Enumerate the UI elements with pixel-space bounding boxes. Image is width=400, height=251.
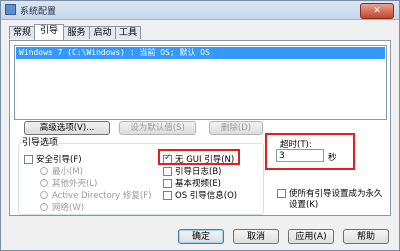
make-permanent-label-line2: 设置(K) bbox=[289, 200, 319, 210]
ad-repair-radio[interactable] bbox=[40, 191, 48, 199]
apply-button[interactable]: 应用(A) bbox=[288, 229, 334, 244]
boot-entries-list[interactable]: Windows 7 (C:\Windows) : 当前 OS; 默认 OS bbox=[14, 45, 387, 120]
safe-boot-label: 安全引导(F) bbox=[36, 155, 82, 165]
os-boot-info-label: OS 引导信息(O) bbox=[175, 191, 238, 201]
boot-tab-panel: Windows 7 (C:\Windows) : 当前 OS; 默认 OS 高级… bbox=[9, 40, 391, 216]
tab-startup[interactable]: 启动 bbox=[89, 26, 116, 39]
boot-log-checkbox[interactable] bbox=[163, 167, 172, 176]
delete-button[interactable]: 删除(D) bbox=[209, 121, 263, 135]
advanced-options-button[interactable]: 高级选项(V)... bbox=[24, 121, 110, 135]
title-bar[interactable]: 系统配置 ✕ bbox=[1, 1, 399, 20]
safe-boot-checkbox[interactable] bbox=[24, 155, 33, 164]
minimal-label: 最小(M) bbox=[52, 167, 83, 177]
help-button[interactable]: 帮助 bbox=[343, 229, 389, 244]
boot-entry-selected[interactable]: Windows 7 (C:\Windows) : 当前 OS; 默认 OS bbox=[16, 47, 385, 59]
timeout-unit: 秒 bbox=[328, 153, 337, 163]
ok-button[interactable]: 确定 bbox=[178, 229, 224, 244]
alternate-shell-radio[interactable] bbox=[40, 179, 48, 187]
network-radio[interactable] bbox=[40, 203, 48, 211]
tab-tools[interactable]: 工具 bbox=[115, 26, 141, 39]
base-video-label: 基本视频(E) bbox=[175, 179, 222, 189]
no-gui-highlight-box bbox=[158, 149, 240, 165]
close-button[interactable]: ✕ bbox=[360, 3, 394, 19]
system-config-app-icon bbox=[5, 4, 16, 15]
alternate-shell-label: 其他外壳(L) bbox=[52, 179, 98, 189]
system-config-window: 系统配置 ✕ 常规 引导 服务 启动 工具 Windows 7 (C:\Wind… bbox=[0, 0, 400, 251]
timeout-input[interactable]: 3 bbox=[276, 149, 324, 162]
boot-options-label: 引导选项 bbox=[21, 135, 60, 148]
cancel-button[interactable]: 取消 bbox=[233, 229, 279, 244]
base-video-checkbox[interactable] bbox=[163, 179, 172, 188]
set-default-button[interactable]: 设为默认值(S) bbox=[119, 121, 196, 135]
ad-repair-label: Active Directory 修复(F) bbox=[52, 191, 152, 201]
boot-log-label: 引导日志(B) bbox=[175, 167, 222, 177]
network-label: 网络(W) bbox=[52, 203, 85, 213]
tab-general[interactable]: 常规 bbox=[9, 26, 35, 39]
tab-boot[interactable]: 引导 bbox=[34, 24, 64, 40]
tab-services[interactable]: 服务 bbox=[63, 26, 90, 39]
make-permanent-checkbox[interactable] bbox=[277, 189, 286, 198]
window-title: 系统配置 bbox=[20, 7, 57, 17]
os-boot-info-checkbox[interactable] bbox=[163, 191, 172, 200]
minimal-radio[interactable] bbox=[40, 167, 48, 175]
